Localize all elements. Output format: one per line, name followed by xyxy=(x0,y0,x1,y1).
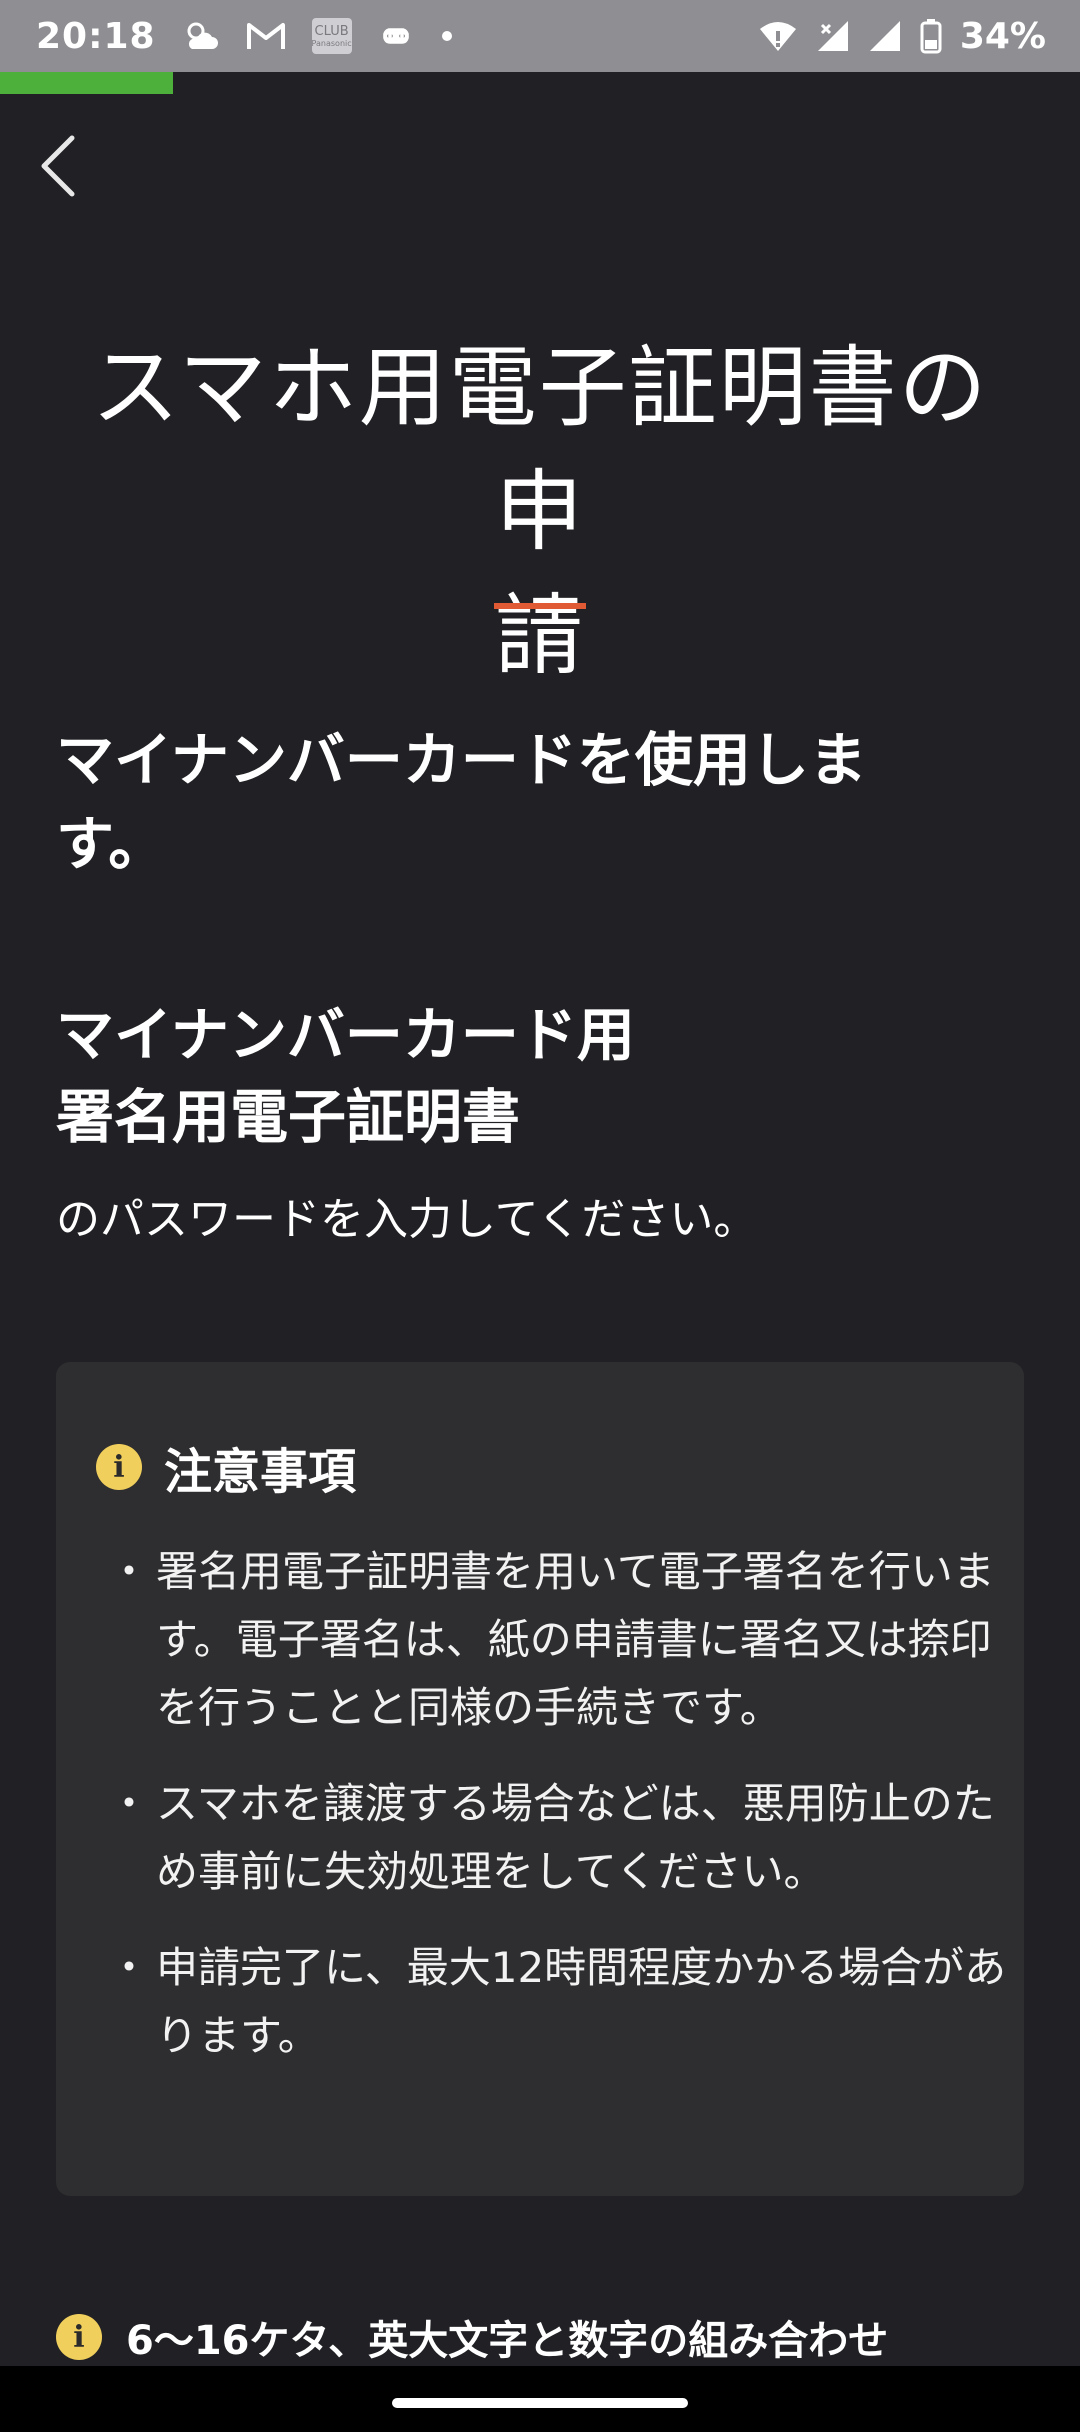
notice-list: 署名用電子証明書を用いて電子署名を行います。電子署名は、紙の申請書に署名又は捺印… xyxy=(108,1538,1020,2098)
main-heading-line2: す。 xyxy=(56,810,167,878)
command-icon xyxy=(378,18,414,54)
club-sub-label: Panasonic xyxy=(311,38,352,48)
password-hint: i 6〜16ケタ、英大文字と数字の組み合わせ xyxy=(56,2308,888,2366)
progress-bar xyxy=(0,72,173,94)
weather-icon xyxy=(182,19,220,53)
sub-heading-line1: マイナンバーカード用 xyxy=(56,1001,635,1069)
notice-item: 署名用電子証明書を用いて電子署名を行います。電子署名は、紙の申請書に署名又は捺印… xyxy=(108,1538,1020,1742)
main-heading: マイナンバーカードを使用しま す。 xyxy=(56,718,976,886)
wifi-icon xyxy=(758,19,798,53)
notice-box: i 注意事項 署名用電子証明書を用いて電子署名を行います。電子署名は、紙の申請書… xyxy=(56,1362,1024,2196)
gmail-icon xyxy=(246,21,286,51)
chevron-left-icon xyxy=(38,134,78,202)
password-hint-text: 6〜16ケタ、英大文字と数字の組み合わせ xyxy=(126,2318,889,2364)
info-icon: i xyxy=(56,2314,102,2360)
club-panasonic-icon: CLUB Panasonic xyxy=(312,18,352,54)
signal-icon xyxy=(816,19,850,53)
home-indicator[interactable] xyxy=(392,2398,688,2408)
status-bar: 20:18 CLUB Panasonic 34% xyxy=(0,0,1080,72)
battery-percentage: 34% xyxy=(959,15,1046,57)
info-icon: i xyxy=(96,1444,142,1490)
signal-icon xyxy=(868,19,902,53)
sub-heading: マイナンバーカード用 署名用電子証明書 xyxy=(56,994,976,1158)
notice-title: 注意事項 xyxy=(164,1444,357,1500)
title-underline xyxy=(494,603,586,609)
page-title-line2: 請 xyxy=(494,584,585,687)
notice-item: 申請完了に、最大12時間程度かかる場合があります。 xyxy=(108,1934,1020,2070)
notice-item: スマホを譲渡する場合などは、悪用防止のため事前に失効処理をしてください。 xyxy=(108,1770,1020,1906)
page-title-line1: スマホ用電子証明書の申 xyxy=(91,336,989,563)
instruction-text: のパスワードを入力してください。 xyxy=(56,1194,758,1245)
dot-icon xyxy=(440,29,454,43)
notice-header: i 注意事項 xyxy=(96,1432,356,1502)
main-heading-line1: マイナンバーカードを使用しま xyxy=(56,726,867,794)
club-label: CLUB xyxy=(314,23,349,39)
battery-icon xyxy=(920,18,942,54)
sub-heading-line2: 署名用電子証明書 xyxy=(56,1083,521,1151)
status-time: 20:18 xyxy=(36,15,156,57)
back-button[interactable] xyxy=(22,128,94,208)
page-title: スマホ用電子証明書の申 請 xyxy=(70,326,1010,698)
